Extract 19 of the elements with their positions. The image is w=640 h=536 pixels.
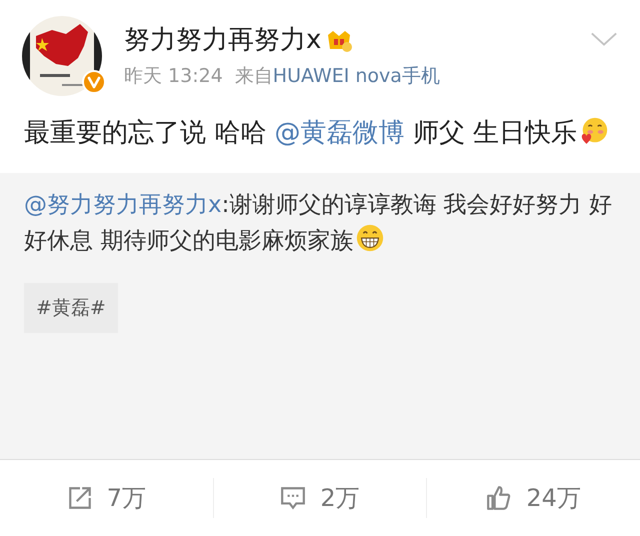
author-name[interactable]: 努力努力再努力x (124, 22, 322, 57)
chevron-down-icon[interactable] (590, 30, 618, 48)
mention-link[interactable]: @黄磊微博 (274, 118, 405, 148)
verified-badge-icon (82, 70, 106, 94)
thumbs-up-icon (486, 485, 512, 511)
topic-tag[interactable]: #黄磊# (24, 283, 118, 333)
repost-text: @努力努力再努力x:谢谢师父的谆谆教诲 我会好好努力 好好休息 期待师父的电影麻烦家族 (24, 191, 613, 256)
mention-link[interactable]: @努力努力再努力x (24, 192, 222, 218)
share-icon (66, 485, 93, 511)
source-label: 来自 (234, 64, 273, 89)
post-time: 昨天 13:24 (124, 64, 223, 89)
share-action-button[interactable]: 7万 (0, 478, 213, 518)
like-action-button[interactable]: 24万 (426, 478, 640, 518)
grinning-face-icon (355, 223, 386, 253)
blushing-face-icon (579, 116, 610, 146)
comment-action-button[interactable]: 2万 (212, 478, 426, 518)
source-link[interactable]: HUAWEI nova手机 (272, 63, 440, 89)
comment-icon (280, 485, 306, 511)
post-text: 最重要的忘了说 哈哈 @黄磊微博 师父 生日快乐 (0, 112, 640, 173)
